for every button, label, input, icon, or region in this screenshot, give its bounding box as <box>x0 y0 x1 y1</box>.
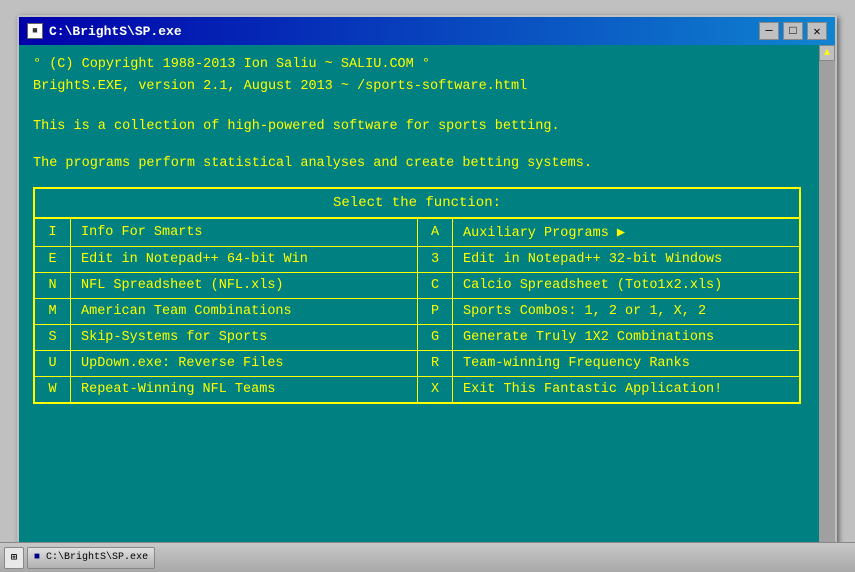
taskbar: ⊞ ■ C:\BrightS\SP.exe <box>0 542 855 572</box>
menu-key-right[interactable]: X <box>417 377 453 402</box>
taskbar-item-2[interactable]: ■ C:\BrightS\SP.exe <box>27 547 155 569</box>
copyright-line: ° (C) Copyright 1988-2013 Ion Saliu ~ SA… <box>33 55 801 75</box>
menu-label-left[interactable]: Edit in Notepad++ 64-bit Win <box>71 247 417 272</box>
scroll-track[interactable] <box>819 61 835 542</box>
menu-row[interactable]: U UpDown.exe: Reverse Files R Team-winni… <box>35 351 799 377</box>
menu-key-right[interactable]: P <box>417 299 453 324</box>
console-window: ■ C:\BrightS\SP.exe ─ □ ✕ ° (C) Copyrigh… <box>17 15 837 560</box>
window-icon: ■ <box>27 23 43 39</box>
menu-key-right[interactable]: A <box>417 219 453 246</box>
menu-header: Select the function: <box>35 189 799 219</box>
menu-key-left[interactable]: S <box>35 325 71 350</box>
scroll-up-button[interactable]: ▲ <box>819 45 835 61</box>
taskbar-item-1[interactable]: ⊞ <box>4 547 24 569</box>
menu-key-left[interactable]: N <box>35 273 71 298</box>
menu-label-left[interactable]: American Team Combinations <box>71 299 417 324</box>
title-bar: ■ C:\BrightS\SP.exe ─ □ ✕ <box>19 17 835 45</box>
desc-line1: This is a collection of high-powered sof… <box>33 116 801 138</box>
menu-label-right[interactable]: Team-winning Frequency Ranks <box>453 351 799 376</box>
desc-line2: The programs perform statistical analyse… <box>33 153 801 175</box>
scrollbar[interactable]: ▲ ▼ <box>819 45 835 558</box>
menu-row[interactable]: I Info For Smarts A Auxiliary Programs ▶ <box>35 219 799 247</box>
minimize-button[interactable]: ─ <box>759 22 779 40</box>
menu-key-left[interactable]: W <box>35 377 71 402</box>
menu-label-left[interactable]: Repeat-Winning NFL Teams <box>71 377 417 402</box>
menu-label-left[interactable]: Skip-Systems for Sports <box>71 325 417 350</box>
console-content: ° (C) Copyright 1988-2013 Ion Saliu ~ SA… <box>33 55 821 404</box>
title-controls: ─ □ ✕ <box>759 22 827 40</box>
menu-label-left[interactable]: Info For Smarts <box>71 219 417 246</box>
menu-row[interactable]: M American Team Combinations P Sports Co… <box>35 299 799 325</box>
menu-key-left[interactable]: M <box>35 299 71 324</box>
version-line: BrightS.EXE, version 2.1, August 2013 ~ … <box>33 77 801 97</box>
window-title: C:\BrightS\SP.exe <box>49 24 182 39</box>
menu-label-left[interactable]: UpDown.exe: Reverse Files <box>71 351 417 376</box>
menu-label-right[interactable]: Sports Combos: 1, 2 or 1, X, 2 <box>453 299 799 324</box>
menu-label-left[interactable]: NFL Spreadsheet (NFL.xls) <box>71 273 417 298</box>
menu-label-right[interactable]: Generate Truly 1X2 Combinations <box>453 325 799 350</box>
close-button[interactable]: ✕ <box>807 22 827 40</box>
menu-row[interactable]: W Repeat-Winning NFL Teams X Exit This F… <box>35 377 799 402</box>
menu-key-right[interactable]: G <box>417 325 453 350</box>
console-area: ° (C) Copyright 1988-2013 Ion Saliu ~ SA… <box>19 45 835 558</box>
menu-label-right[interactable]: Edit in Notepad++ 32-bit Windows <box>453 247 799 272</box>
menu-key-right[interactable]: R <box>417 351 453 376</box>
menu-row[interactable]: E Edit in Notepad++ 64-bit Win 3 Edit in… <box>35 247 799 273</box>
menu-rows: I Info For Smarts A Auxiliary Programs ▶… <box>35 219 799 402</box>
menu-key-left[interactable]: E <box>35 247 71 272</box>
menu-key-right[interactable]: C <box>417 273 453 298</box>
menu-row[interactable]: S Skip-Systems for Sports G Generate Tru… <box>35 325 799 351</box>
menu-box: Select the function: I Info For Smarts A… <box>33 187 801 404</box>
menu-label-right[interactable]: Auxiliary Programs ▶ <box>453 219 799 246</box>
menu-key-left[interactable]: I <box>35 219 71 246</box>
maximize-button[interactable]: □ <box>783 22 803 40</box>
menu-key-left[interactable]: U <box>35 351 71 376</box>
title-bar-left: ■ C:\BrightS\SP.exe <box>27 23 182 39</box>
menu-row[interactable]: N NFL Spreadsheet (NFL.xls) C Calcio Spr… <box>35 273 799 299</box>
menu-label-right[interactable]: Exit This Fantastic Application! <box>453 377 799 402</box>
menu-key-right[interactable]: 3 <box>417 247 453 272</box>
menu-label-right[interactable]: Calcio Spreadsheet (Toto1x2.xls) <box>453 273 799 298</box>
